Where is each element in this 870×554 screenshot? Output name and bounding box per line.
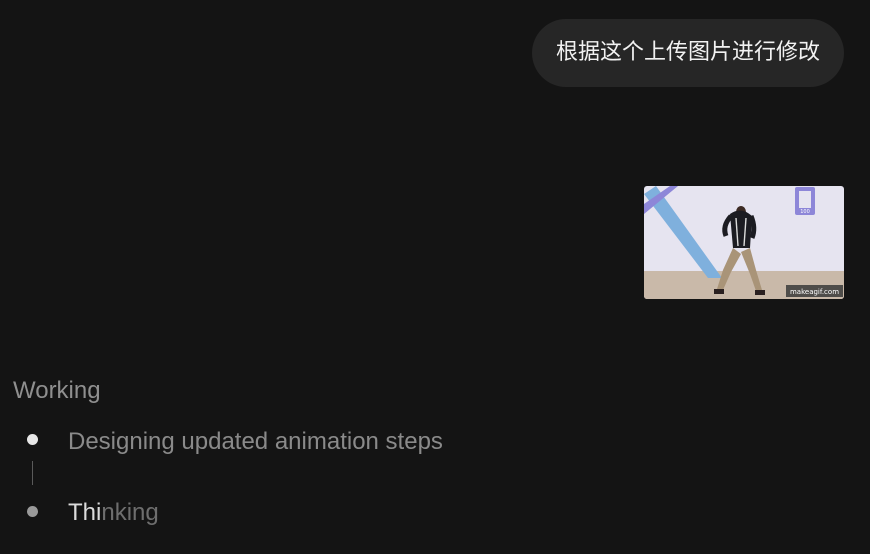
user-message-bubble: 根据这个上传图片进行修改 [531,19,844,87]
step-connector-line [32,461,33,485]
chat-page: 根据这个上传图片进行修改 100 makeagif.com Working De… [0,0,870,554]
uploaded-image-attachment[interactable]: 100 makeagif.com [644,186,844,299]
step-thinking-label: Thinking [68,497,159,529]
step-bullet-icon [27,434,38,445]
thinking-text-dim: nking [101,499,159,526]
watermark-text: makeagif.com [790,288,839,296]
step-designing-label: Designing updated animation steps [68,428,443,455]
attachment-sign-text: 100 [800,209,810,215]
uploaded-image: 100 makeagif.com [644,186,844,299]
step-bullet-icon [27,506,38,517]
thinking-text-highlight: Thi [68,499,102,526]
working-status-title: Working [13,377,101,404]
